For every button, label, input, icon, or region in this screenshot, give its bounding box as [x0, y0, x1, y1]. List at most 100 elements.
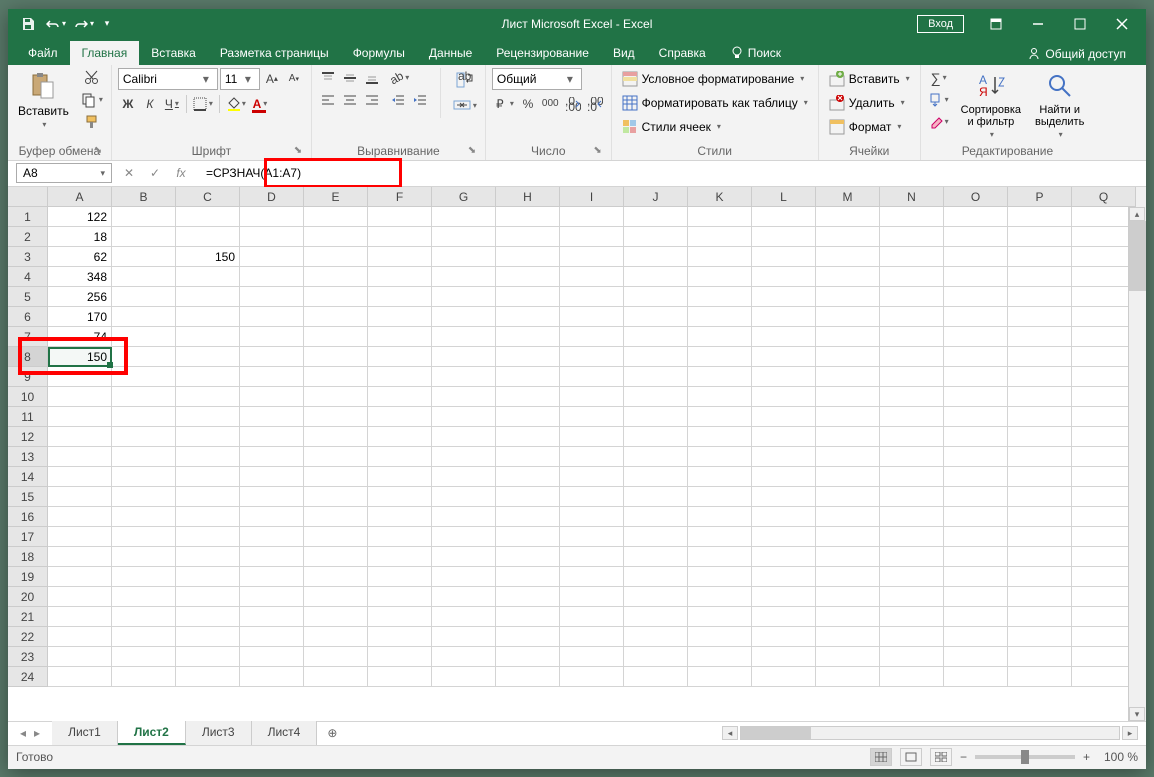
cell-B4[interactable] [112, 267, 176, 287]
cell-J12[interactable] [624, 427, 688, 447]
cell-N5[interactable] [880, 287, 944, 307]
insert-function-button[interactable]: fx [168, 162, 194, 184]
cell-Q15[interactable] [1072, 487, 1136, 507]
cell-Q16[interactable] [1072, 507, 1136, 527]
cell-M14[interactable] [816, 467, 880, 487]
cell-L10[interactable] [752, 387, 816, 407]
cell-O2[interactable] [944, 227, 1008, 247]
cell-P15[interactable] [1008, 487, 1072, 507]
cell-B21[interactable] [112, 607, 176, 627]
cell-I3[interactable] [560, 247, 624, 267]
cell-Q8[interactable] [1072, 347, 1136, 367]
cell-D5[interactable] [240, 287, 304, 307]
row-header-7[interactable]: 7 [8, 327, 48, 347]
cell-P12[interactable] [1008, 427, 1072, 447]
cell-P14[interactable] [1008, 467, 1072, 487]
cell-G4[interactable] [432, 267, 496, 287]
paste-button[interactable]: Вставить ▾ [14, 68, 73, 131]
signin-button[interactable]: Вход [917, 15, 964, 33]
cell-O23[interactable] [944, 647, 1008, 667]
cell-G15[interactable] [432, 487, 496, 507]
cell-B8[interactable] [112, 347, 176, 367]
cell-G3[interactable] [432, 247, 496, 267]
cell-E8[interactable] [304, 347, 368, 367]
cell-C9[interactable] [176, 367, 240, 387]
cell-M5[interactable] [816, 287, 880, 307]
ribbon-display-options[interactable] [976, 10, 1016, 38]
share-button[interactable]: Общий доступ [1019, 43, 1134, 65]
cell-N21[interactable] [880, 607, 944, 627]
row-header-4[interactable]: 4 [8, 267, 48, 287]
row-header-5[interactable]: 5 [8, 287, 48, 307]
cell-N6[interactable] [880, 307, 944, 327]
comma-format[interactable]: 000 [540, 94, 561, 114]
row-header-14[interactable]: 14 [8, 467, 48, 487]
cell-F18[interactable] [368, 547, 432, 567]
cell-O16[interactable] [944, 507, 1008, 527]
cell-K14[interactable] [688, 467, 752, 487]
cell-K10[interactable] [688, 387, 752, 407]
col-header-C[interactable]: C [176, 187, 240, 207]
cell-H12[interactable] [496, 427, 560, 447]
cell-O18[interactable] [944, 547, 1008, 567]
font-name-combo[interactable]: Calibri▾ [118, 68, 218, 90]
hscroll-track[interactable] [740, 726, 1120, 740]
sheet-nav[interactable]: ◂▸ [8, 726, 52, 740]
cell-O22[interactable] [944, 627, 1008, 647]
cell-O17[interactable] [944, 527, 1008, 547]
cell-I4[interactable] [560, 267, 624, 287]
cell-M19[interactable] [816, 567, 880, 587]
cell-N7[interactable] [880, 327, 944, 347]
cell-B23[interactable] [112, 647, 176, 667]
cell-B11[interactable] [112, 407, 176, 427]
cell-C17[interactable] [176, 527, 240, 547]
cell-F7[interactable] [368, 327, 432, 347]
cancel-formula-button[interactable]: ✕ [116, 162, 142, 184]
cell-B6[interactable] [112, 307, 176, 327]
cell-M1[interactable] [816, 207, 880, 227]
cell-D11[interactable] [240, 407, 304, 427]
cell-E19[interactable] [304, 567, 368, 587]
cell-F16[interactable] [368, 507, 432, 527]
cell-Q7[interactable] [1072, 327, 1136, 347]
cell-A18[interactable] [48, 547, 112, 567]
cell-F11[interactable] [368, 407, 432, 427]
cell-N2[interactable] [880, 227, 944, 247]
cell-M22[interactable] [816, 627, 880, 647]
cell-I8[interactable] [560, 347, 624, 367]
cell-O5[interactable] [944, 287, 1008, 307]
cell-L15[interactable] [752, 487, 816, 507]
orientation-button[interactable]: ab▾ [388, 68, 411, 88]
cell-I21[interactable] [560, 607, 624, 627]
cell-Q1[interactable] [1072, 207, 1136, 227]
cell-A15[interactable] [48, 487, 112, 507]
cell-J9[interactable] [624, 367, 688, 387]
fill-color-button[interactable]: ▾ [224, 94, 248, 114]
cell-M3[interactable] [816, 247, 880, 267]
cell-D21[interactable] [240, 607, 304, 627]
cell-P13[interactable] [1008, 447, 1072, 467]
cell-A23[interactable] [48, 647, 112, 667]
cell-I18[interactable] [560, 547, 624, 567]
tell-me[interactable]: Поиск [718, 41, 793, 65]
cell-A10[interactable] [48, 387, 112, 407]
cell-G9[interactable] [432, 367, 496, 387]
col-header-F[interactable]: F [368, 187, 432, 207]
cell-P23[interactable] [1008, 647, 1072, 667]
cell-A1[interactable]: 122 [48, 207, 112, 227]
autosum-button[interactable]: ∑▾ [927, 68, 951, 88]
col-header-I[interactable]: I [560, 187, 624, 207]
cell-K22[interactable] [688, 627, 752, 647]
cell-N13[interactable] [880, 447, 944, 467]
cell-I22[interactable] [560, 627, 624, 647]
cell-O9[interactable] [944, 367, 1008, 387]
cell-K3[interactable] [688, 247, 752, 267]
cell-E11[interactable] [304, 407, 368, 427]
zoom-level[interactable]: 100 % [1098, 750, 1138, 764]
cell-B14[interactable] [112, 467, 176, 487]
cell-C10[interactable] [176, 387, 240, 407]
align-top[interactable] [318, 68, 338, 88]
align-left[interactable] [318, 90, 338, 110]
cell-D23[interactable] [240, 647, 304, 667]
cell-Q13[interactable] [1072, 447, 1136, 467]
